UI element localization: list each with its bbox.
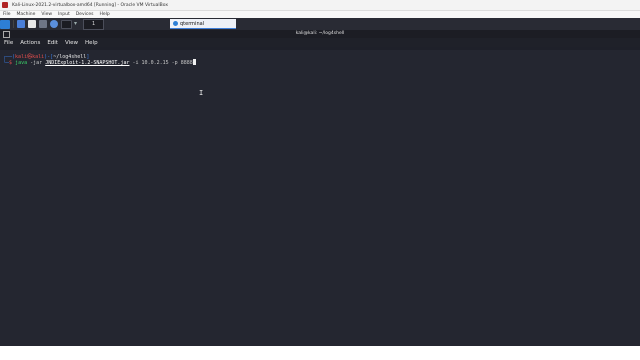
vbox-menubar: File Machine View Input Devices Help — [0, 11, 640, 18]
file-manager-icon[interactable] — [28, 20, 36, 28]
terminal-menu-actions[interactable]: Actions — [20, 40, 40, 46]
taskbar-item-qterminal[interactable]: qterminal — [170, 19, 236, 29]
terminal-menubar: File Actions Edit View Help — [0, 38, 640, 47]
terminal-output[interactable]: ┌──(kali㉿kali)-[~/log4shell] └─$ java -j… — [0, 50, 640, 346]
port-number: 8888 — [180, 60, 193, 66]
host-bottom-area — [0, 346, 640, 360]
terminal-icon[interactable] — [61, 19, 72, 29]
kali-top-panel: ▾ 1 qterminal — [0, 18, 640, 30]
show-desktop-icon[interactable] — [17, 20, 25, 28]
command-flag-ip: -i — [132, 60, 139, 66]
qterminal-icon — [173, 21, 178, 26]
command-name: java — [15, 60, 28, 66]
mouse-ibeam-cursor-icon: I — [199, 89, 204, 97]
terminal-menu-view[interactable]: View — [65, 40, 78, 46]
vbox-menu-view[interactable]: View — [41, 12, 52, 17]
kali-menu-icon[interactable] — [0, 19, 10, 29]
command-line: └─$ java -jar JNDIExploit-1.2-SNAPSHOT.j… — [3, 59, 196, 66]
vbox-menu-devices[interactable]: Devices — [76, 12, 94, 17]
terminal-menu-file[interactable]: File — [4, 40, 13, 46]
command-flag-port: -p — [171, 60, 178, 66]
browser-icon[interactable] — [50, 20, 58, 28]
terminal-launcher-icon[interactable] — [39, 20, 47, 28]
taskbar-item-label: qterminal — [180, 20, 205, 27]
virtualbox-logo-icon — [2, 2, 8, 8]
jar-filename: JNDIExploit-1.2-SNAPSHOT.jar — [45, 60, 130, 66]
vbox-menu-file[interactable]: File — [3, 12, 11, 17]
vbox-menu-input[interactable]: Input — [58, 12, 70, 17]
text-cursor — [192, 59, 196, 65]
vbox-menu-machine[interactable]: Machine — [17, 12, 36, 17]
command-flag-jar: -jar — [30, 60, 43, 66]
chevron-down-icon[interactable]: ▾ — [74, 20, 80, 28]
terminal-menu-edit[interactable]: Edit — [47, 40, 58, 46]
vbox-menu-help[interactable]: Help — [99, 12, 109, 17]
workspace-button[interactable]: 1 — [83, 18, 105, 30]
panel-separator — [13, 20, 14, 28]
vbox-title-bar: Kali-Linux-2021.2-virtualbox-amd64 [Runn… — [0, 0, 640, 11]
ip-address: 10.0.2.15 — [141, 60, 169, 66]
vbox-window-title: Kali-Linux-2021.2-virtualbox-amd64 [Runn… — [12, 2, 169, 8]
terminal-window-title: kali@kali: ~/log4shell — [295, 31, 345, 36]
terminal-menu-help[interactable]: Help — [85, 40, 98, 46]
